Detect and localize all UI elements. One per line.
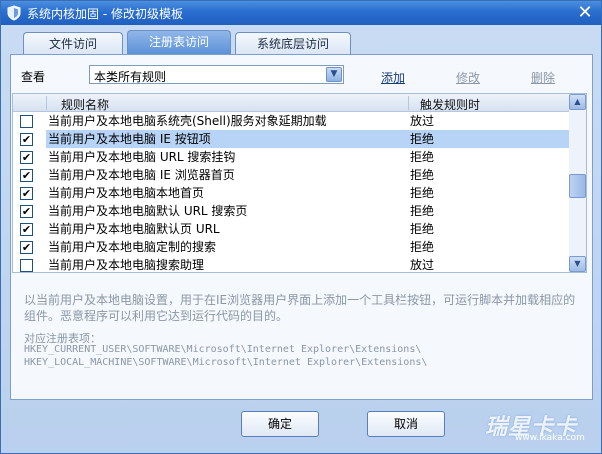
tab-registry-access[interactable]: 注册表访问 xyxy=(127,30,231,54)
rule-name-cell: 当前用户及本地电脑默认页 URL xyxy=(48,222,220,236)
rule-name-cell: 当前用户及本地电脑本地首页 xyxy=(48,186,205,200)
trigger-cell: 拒绝 xyxy=(408,130,569,148)
column-header-rule-name[interactable]: 规则名称 xyxy=(61,96,109,113)
trigger-cell: 放过 xyxy=(410,258,435,272)
table-row[interactable]: ✔ 当前用户及本地电脑 URL 搜索挂钩 拒绝 xyxy=(13,148,569,166)
window-title: 系统内核加固 - 修改初级模板 xyxy=(27,7,183,21)
chevron-down-icon[interactable]: ▼ xyxy=(326,67,342,82)
row-checkbox[interactable]: ✔ xyxy=(20,169,33,182)
list-header: 规则名称 触发规则时 xyxy=(13,94,569,112)
scroll-up-icon[interactable]: ▲ xyxy=(569,94,586,110)
tab-system-low-level-access[interactable]: 系统底层访问 xyxy=(235,32,351,54)
delete-button[interactable]: 删除 xyxy=(531,69,555,86)
table-row[interactable]: ✔ 当前用户及本地电脑 IE 按钮项 拒绝 xyxy=(13,130,569,148)
list-rows: 当前用户及本地电脑系统壳(Shell)服务对象延期加载 放过 ✔ 当前用户及本地电脑 … xyxy=(13,112,569,272)
table-row[interactable]: ✔ 当前用户及本地电脑默认页 URL 拒绝 xyxy=(13,220,569,238)
trigger-cell: 拒绝 xyxy=(410,240,435,254)
view-label: 查看 xyxy=(21,70,46,84)
tab-file-access[interactable]: 文件访问 xyxy=(23,32,123,54)
rule-filter-value: 本类所有规则 xyxy=(94,70,167,84)
add-button[interactable]: 添加 xyxy=(381,69,405,86)
registry-path: HKEY_CURRENT_USER\SOFTWARE\Microsoft\Int… xyxy=(24,344,422,355)
row-checkbox[interactable]: ✔ xyxy=(20,151,33,164)
row-checkbox[interactable]: ✔ xyxy=(20,223,33,236)
title-bar[interactable]: 系统内核加固 - 修改初级模板 ✕ xyxy=(1,1,601,25)
table-row[interactable]: 当前用户及本地电脑系统壳(Shell)服务对象延期加载 放过 xyxy=(13,112,569,130)
table-row[interactable]: ✔ 当前用户及本地电脑 IE 浏览器首页 拒绝 xyxy=(13,166,569,184)
tab-panel: 查看 本类所有规则 ▼ 添加 修改 删除 规则名称 触发规则时 当前用户及本地电… xyxy=(10,54,593,400)
shield-icon xyxy=(6,5,22,21)
table-row[interactable]: ✔ 当前用户及本地电脑定制的搜索 拒绝 xyxy=(13,238,569,256)
rule-filter-select[interactable]: 本类所有规则 ▼ xyxy=(89,65,344,84)
rule-name-cell: 当前用户及本地电脑 URL 搜索挂钩 xyxy=(48,150,236,164)
rule-name-cell: 当前用户及本地电脑 IE 按钮项 xyxy=(46,130,408,148)
watermark-url: www.ikaka.com xyxy=(515,433,585,443)
table-row[interactable]: ✔ 当前用户及本地电脑本地首页 拒绝 xyxy=(13,184,569,202)
row-checkbox[interactable]: ✔ xyxy=(20,205,33,218)
trigger-cell: 拒绝 xyxy=(410,222,435,236)
rule-list: 规则名称 触发规则时 当前用户及本地电脑系统壳(Shell)服务对象延期加载 放过… xyxy=(12,93,587,273)
trigger-cell: 拒绝 xyxy=(410,186,435,200)
edit-button[interactable]: 修改 xyxy=(456,69,480,86)
rule-name-cell: 当前用户及本地电脑定制的搜索 xyxy=(48,240,217,254)
row-checkbox[interactable]: ✔ xyxy=(20,133,33,146)
ok-button[interactable]: 确定 xyxy=(241,411,319,437)
rule-name-cell: 当前用户及本地电脑默认 URL 搜索页 xyxy=(48,204,248,218)
rule-description: 以当前用户及本地电脑设置，用于在IE浏览器用户界面上添加一个工具栏按钮，可运行脚… xyxy=(24,293,576,323)
row-checkbox[interactable] xyxy=(20,259,33,272)
row-checkbox[interactable]: ✔ xyxy=(20,187,33,200)
column-divider xyxy=(408,96,409,110)
trigger-cell: 放过 xyxy=(410,114,435,128)
rule-name-cell: 当前用户及本地电脑系统壳(Shell)服务对象延期加载 xyxy=(48,114,327,128)
vertical-scrollbar[interactable]: ▲ ▼ xyxy=(569,94,586,272)
cancel-button[interactable]: 取消 xyxy=(367,411,445,437)
row-checkbox[interactable]: ✔ xyxy=(20,241,33,254)
rule-name-cell: 当前用户及本地电脑搜索助理 xyxy=(48,258,205,272)
column-header-trigger[interactable]: 触发规则时 xyxy=(420,96,480,113)
trigger-cell: 拒绝 xyxy=(410,204,435,218)
watermark-logo: 瑞星卡卡 www.ikaka.com xyxy=(485,409,593,445)
scroll-thumb[interactable] xyxy=(569,174,586,198)
row-checkbox[interactable] xyxy=(20,115,33,128)
column-divider xyxy=(46,96,47,110)
table-row[interactable]: ✔ 当前用户及本地电脑默认 URL 搜索页 拒绝 xyxy=(13,202,569,220)
scroll-down-icon[interactable]: ▼ xyxy=(569,256,586,272)
trigger-cell: 拒绝 xyxy=(410,168,435,182)
table-row[interactable]: 当前用户及本地电脑搜索助理 放过 xyxy=(13,256,569,272)
dialog-window: 系统内核加固 - 修改初级模板 ✕ 文件访问 注册表访问 系统底层访问 查看 本… xyxy=(0,0,602,454)
trigger-cell: 拒绝 xyxy=(410,150,435,164)
rule-name-cell: 当前用户及本地电脑 IE 浏览器首页 xyxy=(48,168,235,182)
registry-path: HKEY_LOCAL_MACHINE\SOFTWARE\Microsoft\In… xyxy=(24,357,428,368)
close-icon[interactable]: ✕ xyxy=(575,3,595,23)
